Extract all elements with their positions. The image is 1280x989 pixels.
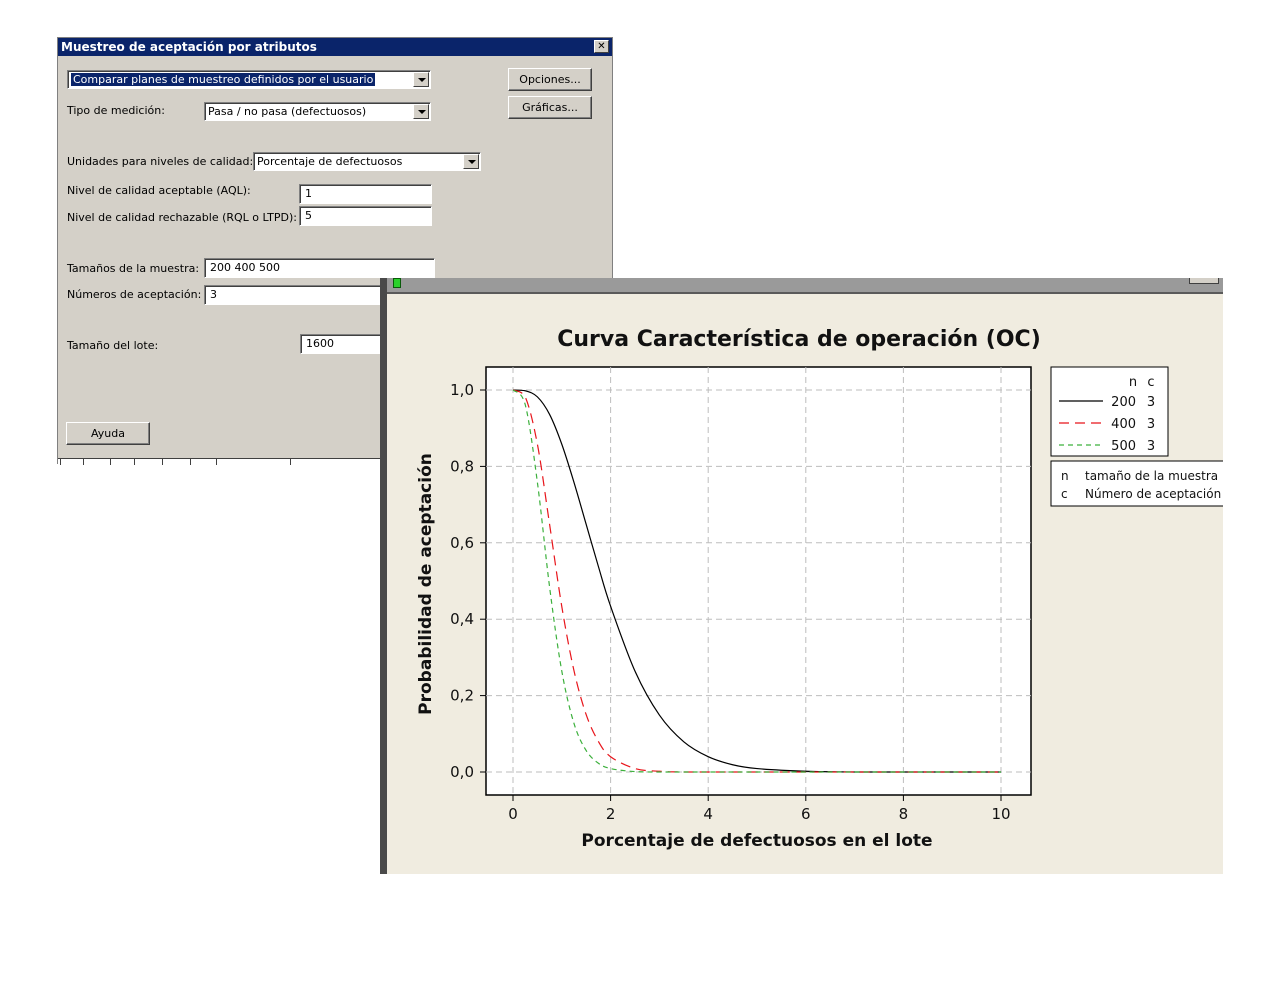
y-tick-label: 0,8 (450, 457, 474, 475)
close-icon[interactable]: ✕ (594, 40, 609, 53)
lot-size-label: Tamaño del lote: (67, 339, 159, 352)
options-button[interactable]: Opciones... (508, 68, 592, 91)
legend-note-symbol: c (1061, 487, 1068, 501)
chevron-down-icon[interactable] (413, 104, 429, 119)
x-axis-label: Porcentaje de defectuosos en el lote (581, 831, 932, 851)
x-tick-label: 4 (703, 805, 713, 823)
x-tick-label: 8 (899, 805, 909, 823)
legend-n-value: 200 (1111, 395, 1136, 410)
x-tick-label: 2 (606, 805, 616, 823)
units-label: Unidades para niveles de calidad: (67, 155, 254, 168)
legend-header-n: n (1129, 375, 1137, 390)
graphs-button[interactable]: Gráficas... (508, 96, 592, 119)
measure-label: Tipo de medición: (67, 104, 165, 117)
rql-field[interactable]: 5 (299, 206, 432, 226)
measure-select[interactable]: Pasa / no pasa (defectuosos) (204, 102, 431, 121)
legend-n-value: 500 (1111, 439, 1136, 454)
graph-window: Curva Característica de operación (OC) 0… (380, 278, 1232, 874)
rql-label: Nivel de calidad rechazable (RQL o LTPD)… (67, 211, 297, 224)
y-tick-label: 0,2 (450, 687, 474, 705)
aql-label: Nivel de calidad aceptable (AQL): (67, 184, 251, 197)
legend-note-text: tamaño de la muestra (1085, 469, 1218, 483)
legend-n-value: 400 (1111, 417, 1136, 432)
x-tick-label: 0 (508, 805, 518, 823)
y-tick-label: 1,0 (450, 381, 474, 399)
acceptance-label: Números de aceptación: (67, 288, 202, 301)
legend-header-c: c (1147, 375, 1154, 390)
y-tick-label: 0,0 (450, 763, 474, 781)
chart-title: Curva Característica de operación (OC) (557, 327, 1041, 352)
sample-sizes-field[interactable]: 200 400 500 (204, 258, 435, 278)
mode-select-value: Comparar planes de muestreo definidos po… (71, 73, 376, 86)
legend-c-value: 3 (1147, 439, 1155, 454)
graph-window-icon (393, 278, 401, 288)
window-controls-icon[interactable] (1189, 278, 1219, 284)
legend-c-value: 3 (1147, 395, 1155, 410)
legend: n c200 3400 3500 3n tamaño de la muestrac Núme… (1050, 366, 1232, 507)
y-tick-label: 0,6 (450, 534, 474, 552)
plot-area (485, 366, 1032, 796)
chevron-down-icon[interactable] (463, 154, 479, 169)
graph-canvas: Curva Característica de operación (OC) 0… (387, 292, 1232, 874)
aql-field[interactable]: 1 (299, 184, 432, 204)
x-tick-label: 10 (991, 805, 1010, 823)
help-button[interactable]: Ayuda (66, 422, 150, 445)
measure-select-value: Pasa / no pasa (defectuosos) (208, 105, 367, 118)
y-axis-label: Probabilidad de aceptación (416, 453, 436, 715)
graph-window-titlebar (380, 278, 1223, 292)
sample-sizes-label: Tamaños de la muestra: (67, 262, 200, 275)
dialog-titlebar: Muestreo de aceptación por atributos ✕ (58, 38, 612, 56)
legend-note-symbol: n (1061, 469, 1069, 483)
units-select-value: Porcentaje de defectuosos (257, 155, 403, 168)
legend-c-value: 3 (1147, 417, 1155, 432)
dialog-bottom-strip (58, 458, 388, 466)
dialog-title: Muestreo de aceptación por atributos (61, 40, 317, 54)
graph-window-frame (380, 278, 387, 874)
oc-chart: Curva Característica de operación (OC) 0… (416, 327, 1232, 851)
chevron-down-icon[interactable] (413, 72, 429, 87)
y-tick-label: 0,4 (450, 610, 474, 628)
legend-note-text: Número de aceptación (1085, 487, 1221, 501)
units-select[interactable]: Porcentaje de defectuosos (253, 152, 481, 171)
mode-select[interactable]: Comparar planes de muestreo definidos po… (67, 70, 431, 89)
x-tick-label: 6 (801, 805, 811, 823)
